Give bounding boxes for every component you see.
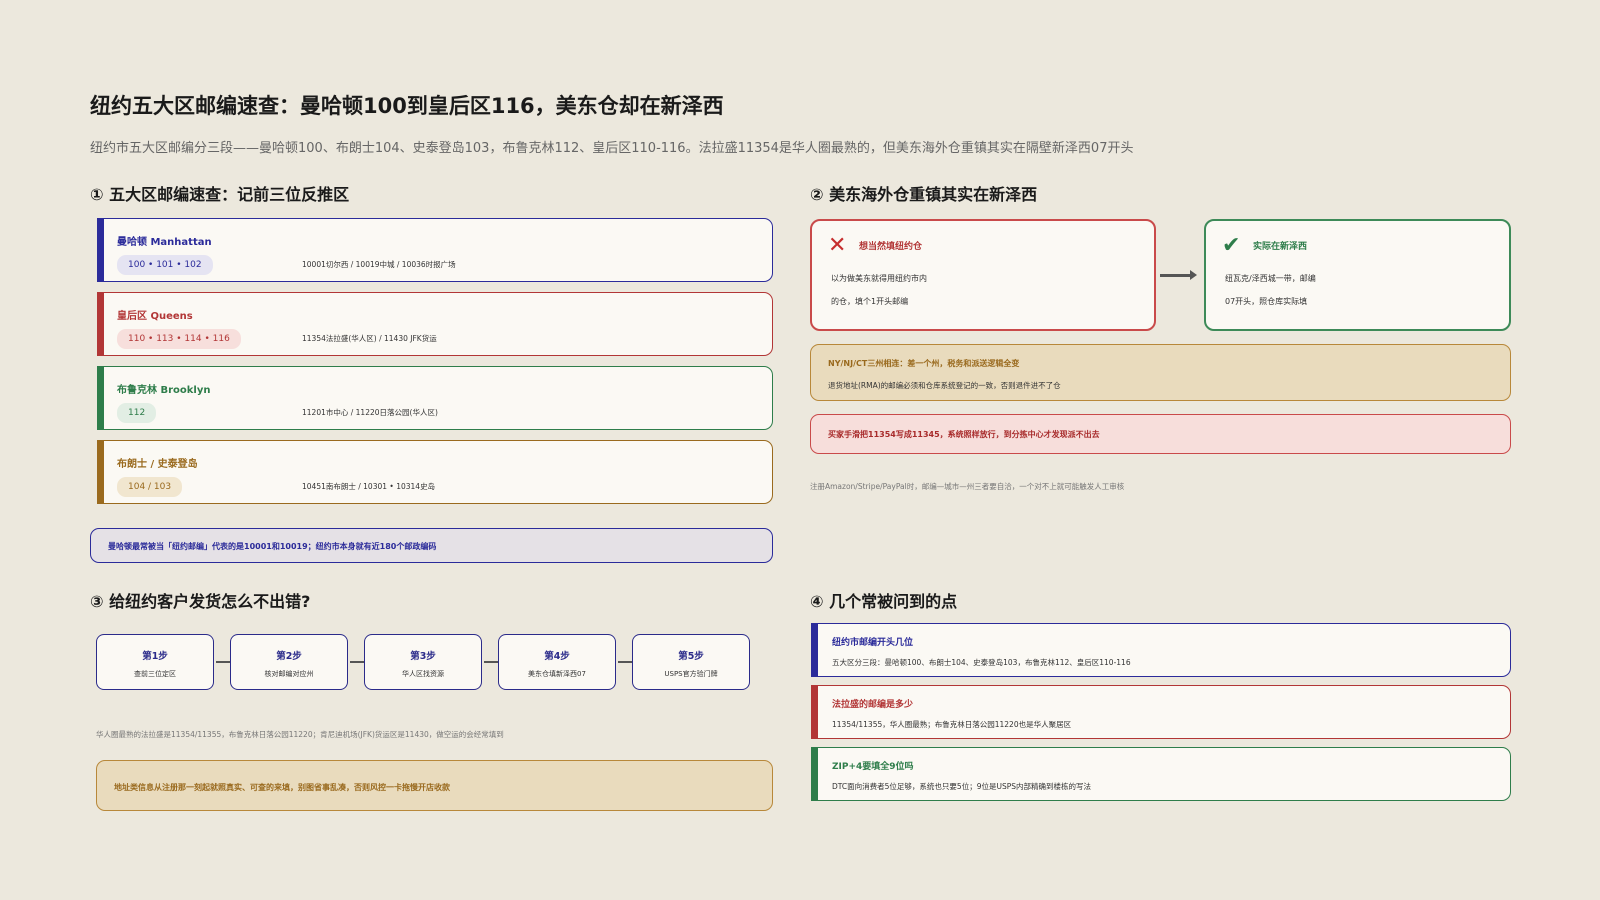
right-choice-card: ✔ 实际在新泽西 纽瓦克/泽西城一带，邮编 07开头，照仓库实际填 — [1204, 219, 1511, 331]
section4-heading: ④ 几个常被问到的点 — [810, 592, 958, 611]
section2-heading: ② 美东海外仓重镇其实在新泽西 — [810, 185, 1038, 204]
step-desc: 华人区找资源 — [402, 670, 444, 678]
arrow-right-icon — [1160, 274, 1192, 277]
address-note-text: 地址类信息从注册那一刻起就照真实、可查的来填，别图省事乱凑，否则风控一卡拖慢开店… — [114, 783, 450, 792]
step-desc: 查前三位定区 — [134, 670, 176, 678]
wrong-choice-line: 的仓，填个1开头邮编 — [831, 297, 909, 306]
right-choice-title: 实际在新泽西 — [1253, 242, 1308, 252]
typo-warning: 买家手滑把11354写成11345，系统照样放行，到分拣中心才发现派不出去 — [810, 414, 1511, 454]
step-label: 第5步 — [678, 651, 704, 662]
cross-icon: ✕ — [828, 233, 847, 258]
wrong-choice-title: 想当然填纽约仓 — [859, 242, 923, 252]
wrong-choice-line: 以为做美东就得用纽约市内 — [831, 274, 927, 283]
step-4: 第4步 美东仓填新泽西07 — [498, 634, 616, 690]
zip-examples: 11201市中心 / 11220日落公园(华人区) — [302, 408, 438, 417]
faq-item: ZIP+4要填全9位吗 DTC面向消费者5位足够，系统也只要5位；9位是USPS… — [811, 747, 1511, 801]
district-name: 布朗士 / 史泰登岛 — [117, 459, 198, 470]
typo-warning-text: 买家手滑把11354写成11345，系统照样放行，到分拣中心才发现派不出去 — [828, 430, 1100, 439]
faq-answer: DTC面向消费者5位足够，系统也只要5位；9位是USPS内部精确到楼栋的写法 — [832, 782, 1092, 791]
district-card-bronx-staten: 布朗士 / 史泰登岛 104 / 103 10451南布朗士 / 10301 •… — [97, 440, 773, 504]
right-choice-line: 纽瓦克/泽西城一带，邮编 — [1225, 274, 1316, 283]
wrong-choice-card: ✕ 想当然填纽约仓 以为做美东就得用纽约市内 的仓，填个1开头邮编 — [810, 219, 1156, 331]
faq-item: 纽约市邮编开头几位 五大区分三段：曼哈顿100、布朗士104、史泰登岛103，布… — [811, 623, 1511, 677]
manhattan-note-text: 曼哈顿最常被当「纽约邮编」代表的是10001和10019；纽约市本身就有近180… — [108, 542, 437, 551]
page-title: 纽约五大区邮编速查：曼哈顿100到皇后区116，美东仓却在新泽西 — [90, 94, 724, 118]
zip-prefix-badge: 104 / 103 — [117, 477, 183, 497]
tri-state-tip: NY/NJ/CT三州相连：差一个州，税务和派送逻辑全变 退货地址(RMA)的邮编… — [810, 344, 1511, 401]
page-subtitle: 纽约市五大区邮编分三段——曼哈顿100、布朗士104、史泰登岛103，布鲁克林1… — [90, 141, 1134, 156]
zip-examples: 10451南布朗士 / 10301 • 10314史岛 — [302, 482, 436, 491]
step-desc: 核对邮编对应州 — [264, 670, 314, 678]
district-card-brooklyn: 布鲁克林 Brooklyn 112 11201市中心 / 11220日落公园(华… — [97, 366, 773, 430]
step-label: 第1步 — [142, 651, 168, 662]
step-desc: 美东仓填新泽西07 — [528, 670, 586, 678]
check-icon: ✔ — [1222, 233, 1241, 258]
right-choice-line: 07开头，照仓库实际填 — [1225, 297, 1308, 306]
tri-state-tip-title: NY/NJ/CT三州相连：差一个州，税务和派送逻辑全变 — [828, 359, 1020, 368]
section1-heading: ① 五大区邮编速查：记前三位反推区 — [90, 185, 350, 204]
district-card-manhattan: 曼哈顿 Manhattan 100 • 101 • 102 10001切尔西 /… — [97, 218, 773, 282]
faq-question: 法拉盛的邮编是多少 — [832, 700, 914, 710]
zip-prefix-badge: 112 — [117, 403, 157, 423]
faq-item: 法拉盛的邮编是多少 11354/11355，华人圈最熟；布鲁克林日落公园1122… — [811, 685, 1511, 739]
step-2: 第2步 核对邮编对应州 — [230, 634, 348, 690]
district-name: 曼哈顿 Manhattan — [117, 237, 212, 248]
faq-answer: 五大区分三段：曼哈顿100、布朗士104、史泰登岛103，布鲁克林112、皇后区… — [832, 658, 1131, 667]
district-card-queens: 皇后区 Queens 110 • 113 • 114 • 116 11354法拉… — [97, 292, 773, 356]
step-5: 第5步 USPS官方验门牌 — [632, 634, 750, 690]
zip-examples: 11354法拉盛(华人区) / 11430 JFK货运 — [302, 334, 437, 343]
manhattan-note: 曼哈顿最常被当「纽约邮编」代表的是10001和10019；纽约市本身就有近180… — [90, 528, 773, 563]
district-name: 皇后区 Queens — [117, 311, 193, 322]
tri-state-tip-text: 退货地址(RMA)的邮编必须和仓库系统登记的一致，否则退件进不了仓 — [828, 381, 1061, 390]
section3-footnote: 华人圈最熟的法拉盛是11354/11355，布鲁克林日落公园11220；肯尼迪机… — [96, 730, 504, 739]
zip-prefix-badge: 100 • 101 • 102 — [117, 255, 213, 275]
district-name: 布鲁克林 Brooklyn — [117, 385, 211, 396]
faq-question: ZIP+4要填全9位吗 — [832, 762, 914, 772]
arrow-head-icon — [1190, 270, 1197, 280]
section3-heading: ③ 给纽约客户发货怎么不出错? — [90, 592, 311, 611]
zip-prefix-badge: 110 • 113 • 114 • 116 — [117, 329, 241, 349]
step-desc: USPS官方验门牌 — [664, 670, 718, 678]
faq-question: 纽约市邮编开头几位 — [832, 638, 914, 648]
step-label: 第2步 — [276, 651, 302, 662]
step-label: 第4步 — [544, 651, 570, 662]
faq-answer: 11354/11355，华人圈最熟；布鲁克林日落公园11220也是华人聚居区 — [832, 720, 1072, 729]
step-1: 第1步 查前三位定区 — [96, 634, 214, 690]
step-3: 第3步 华人区找资源 — [364, 634, 482, 690]
zip-examples: 10001切尔西 / 10019中城 / 10036时报广场 — [302, 260, 456, 269]
section2-footnote: 注册Amazon/Stripe/PayPal时，邮编—城市—州三者要自洽，一个对… — [810, 482, 1125, 491]
step-label: 第3步 — [410, 651, 436, 662]
address-note: 地址类信息从注册那一刻起就照真实、可查的来填，别图省事乱凑，否则风控一卡拖慢开店… — [96, 760, 773, 811]
